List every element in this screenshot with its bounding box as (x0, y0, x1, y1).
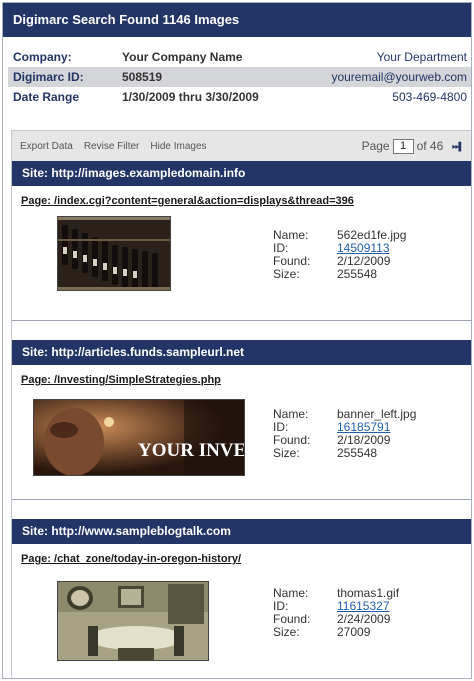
image-size: 255548 (337, 267, 378, 281)
banner-text: YOUR INVESTI (138, 440, 245, 461)
meta-label: Size: (273, 625, 300, 639)
info-value: 1/30/2009 thru 3/30/2009 (122, 90, 259, 104)
info-label: Date Range (13, 90, 80, 104)
report-title: Digimarc Search Found 1146 Images (3, 3, 471, 37)
results-toolbar: Export Data Revise Filter Hide Images Pa… (12, 131, 471, 161)
site-header: Site: http://images.exampledomain.info (12, 161, 471, 186)
divider (12, 678, 471, 679)
info-right: 503-469-4800 (392, 90, 467, 104)
info-label: Digimarc ID: (13, 70, 84, 84)
revise-filter-link[interactable]: Revise Filter (84, 141, 140, 152)
page-url: Page: /Investing/SimpleStrategies.php (12, 365, 471, 395)
site-header: Site: http://www.sampleblogtalk.com (12, 519, 471, 544)
info-value: Your Company Name (122, 50, 243, 64)
dining-room-photo[interactable] (57, 581, 209, 661)
info-right: Your Department (376, 50, 467, 64)
image-size: 27009 (337, 625, 371, 639)
hide-images-link[interactable]: Hide Images (150, 141, 206, 152)
page-url-link[interactable]: Page: /chat_zone/today-in-oregon-history… (21, 553, 241, 565)
result-entry: Name: 562ed1fe.jpg ID: 14509113 Found: 2/12… (12, 216, 471, 320)
page-url-link[interactable]: Page: /index.cgi?content=general&action=… (21, 195, 354, 207)
export-data-link[interactable]: Export Data (20, 141, 73, 152)
report-info: Company: Your Company Name Your Departme… (8, 47, 471, 107)
page-label: Page (361, 139, 390, 153)
info-row-date-range: Date Range 1/30/2009 thru 3/30/2009 503-… (8, 87, 471, 107)
info-right: youremail@yourweb.com (331, 70, 467, 84)
page-url-link[interactable]: Page: /Investing/SimpleStrategies.php (21, 374, 221, 386)
info-row-digimarc-id: Digimarc ID: 508519 youremail@yourweb.co… (8, 67, 471, 87)
info-value: 508519 (122, 70, 163, 84)
results-panel: Export Data Revise Filter Hide Images Pa… (11, 130, 471, 679)
page-url: Page: /index.cgi?content=general&action=… (12, 186, 471, 216)
result-entry: Name: thomas1.gif ID: 11615327 Found: 2/24/… (12, 574, 471, 678)
image-meta: Name: 562ed1fe.jpg ID: 14509113 Found: 2/12… (273, 229, 406, 281)
result-entry: YOUR INVESTI Name:banner_left.jpg ID:161… (12, 395, 471, 499)
pager: Page of 46 ▸▸▌ (361, 138, 464, 154)
image-meta: Name: banner_left.jpg ID: 16185791 Found: 2… (273, 408, 416, 460)
image-meta: Name: thomas1.gif ID: 11615327 Found: 2/24/… (273, 587, 399, 639)
page-url: Page: /chat_zone/today-in-oregon-history… (12, 544, 471, 574)
report-frame: Digimarc Search Found 1146 Images Compan… (2, 2, 472, 679)
info-row-company: Company: Your Company Name Your Departme… (8, 47, 471, 67)
next-last-page-icon[interactable]: ▸▸▌ (452, 142, 464, 151)
wine-shelf-photo[interactable] (57, 216, 171, 291)
investing-banner-photo[interactable]: YOUR INVESTI (33, 399, 245, 476)
meta-label: Size: (273, 267, 300, 281)
image-size: 255548 (337, 446, 378, 460)
page-count: of 46 (416, 139, 444, 153)
meta-label: Size: (273, 446, 300, 460)
page-number-input[interactable] (392, 138, 414, 154)
info-label: Company: (13, 50, 72, 64)
site-header: Site: http://articles.funds.sampleurl.ne… (12, 340, 471, 365)
